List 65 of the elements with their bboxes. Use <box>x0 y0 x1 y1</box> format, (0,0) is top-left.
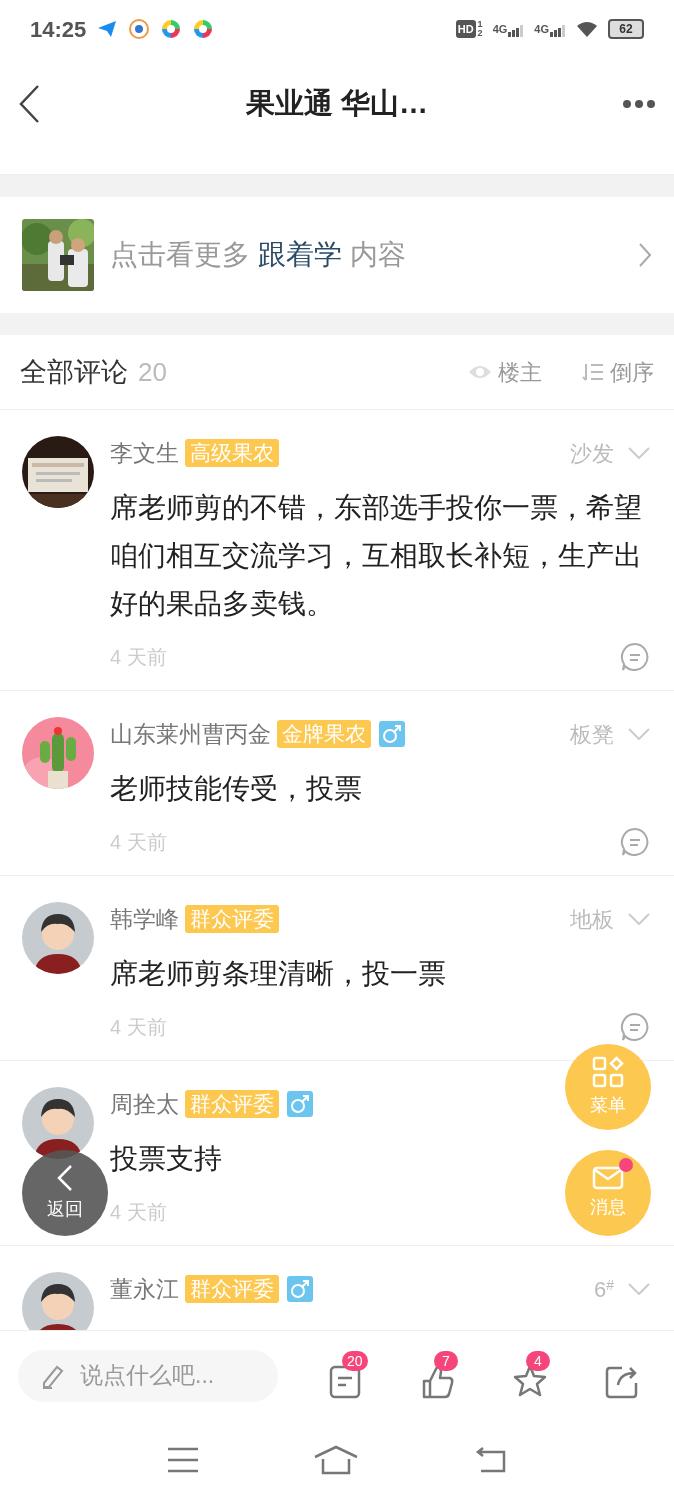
user-name[interactable]: 韩学峰 <box>110 901 179 937</box>
chevron-down-icon[interactable] <box>628 728 650 740</box>
app-icon <box>192 18 215 40</box>
more-icon[interactable] <box>622 99 656 109</box>
app-icon <box>160 18 183 40</box>
user-name[interactable]: 李文生 <box>110 435 179 471</box>
signal-icon <box>508 25 525 38</box>
back-icon[interactable] <box>18 84 40 124</box>
floor-label: 沙发 <box>570 439 614 468</box>
toolbar-button[interactable]: 20 <box>328 1350 380 1401</box>
reply-icon[interactable] <box>620 642 650 672</box>
network-label: 4G <box>492 21 508 37</box>
battery-indicator: 62 <box>608 19 644 39</box>
promo-text: 点击看更多 <box>110 238 250 272</box>
filter-button[interactable]: 楼主 <box>468 355 542 389</box>
user-name[interactable]: 董永江 <box>110 1271 179 1307</box>
chevron-down-icon[interactable] <box>628 1283 650 1295</box>
chevron-left-icon <box>57 1163 73 1192</box>
avatar-icon <box>22 1272 94 1330</box>
rank-tag: 高级果农 <box>185 439 279 467</box>
menu-icon[interactable] <box>167 1447 199 1473</box>
hd-badge: HD <box>455 20 476 38</box>
eye-icon <box>468 364 492 380</box>
envelope-icon <box>592 1165 624 1190</box>
back-button[interactable]: 返回 <box>22 1150 108 1236</box>
comment-text: 老师技能传受，投票 <box>110 772 362 806</box>
count-badge: 4 <box>526 1350 550 1371</box>
filter-button[interactable]: 倒序 <box>582 355 654 389</box>
comment-count: 20 <box>138 355 167 389</box>
floor-label: 板凳 <box>570 720 614 749</box>
toolbar-button[interactable]: 7 <box>420 1350 472 1401</box>
count-badge: 20 <box>342 1350 368 1371</box>
comment-text: 席老师剪条理清晰，投一票 <box>110 957 446 991</box>
status-time: 14:25 <box>30 15 87 44</box>
rank-tag: 群众评委 <box>185 905 279 933</box>
network-label: 4G <box>534 21 549 37</box>
floor-label: 6$^{#}$ <box>593 1275 614 1304</box>
chevron-right-icon <box>638 242 652 268</box>
section-title: 全部评论 <box>20 355 128 389</box>
reply-icon[interactable] <box>620 1012 650 1042</box>
wifi-icon <box>576 20 598 38</box>
page-title: 果业通 华山… <box>245 86 429 122</box>
reply-icon[interactable] <box>620 827 650 857</box>
rank-tag: 群众评委 <box>185 1275 279 1303</box>
rank-tag: 金牌果农 <box>277 720 371 748</box>
promo-highlight: 跟着学 <box>258 238 342 272</box>
sim-number: 1 <box>477 20 483 29</box>
signal-icon <box>550 25 566 38</box>
comment-input[interactable]: 说点什么吧... <box>18 1349 278 1402</box>
sim-number: 2 <box>477 29 483 38</box>
sort-icon <box>582 362 604 382</box>
user-name[interactable]: 周拴太 <box>110 1086 179 1122</box>
comment-text: 投票支持 <box>110 1142 222 1176</box>
floor-label: 地板 <box>570 905 614 934</box>
app-icon <box>128 18 151 40</box>
toolbar-button[interactable]: 4 <box>512 1350 564 1401</box>
promo-text: 内容 <box>350 238 406 272</box>
comment-text: 席老师剪的不错，东部选手投你一票，希望咱们相互交流学习，互相取长补短，生产出好的果品多卖钱。 <box>110 491 643 621</box>
chevron-down-icon[interactable] <box>628 913 650 925</box>
user-name[interactable]: 山东莱州曹丙金 <box>110 716 271 752</box>
count-badge: 7 <box>434 1350 458 1371</box>
chevron-down-icon[interactable] <box>628 447 650 459</box>
grid-icon <box>592 1055 624 1088</box>
home-icon[interactable] <box>313 1445 359 1475</box>
rank-tag: 群众评委 <box>185 1090 279 1118</box>
